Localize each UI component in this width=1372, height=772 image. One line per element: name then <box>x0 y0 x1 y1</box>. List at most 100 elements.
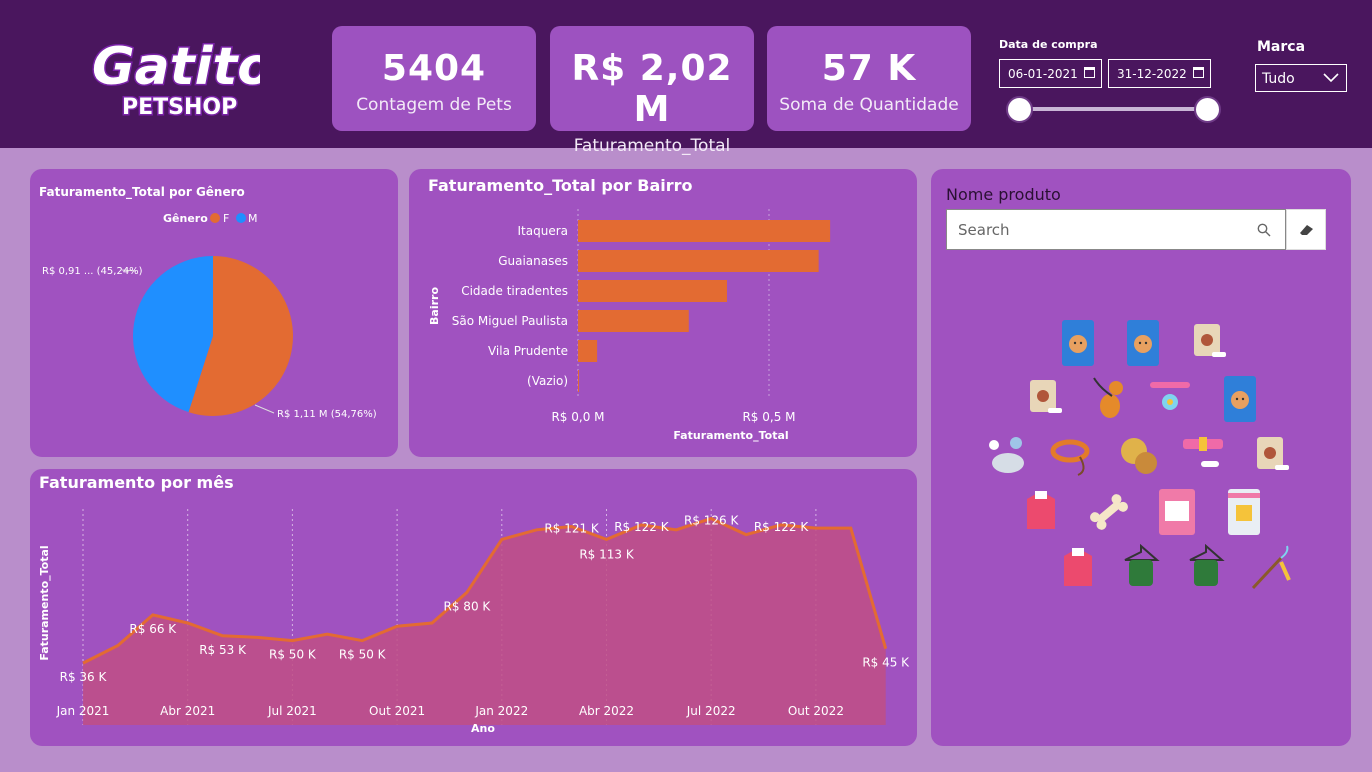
dog-treat-bag-icon[interactable] <box>1253 431 1293 481</box>
area-data-label: R$ 122 K <box>754 520 810 534</box>
pie-label-m: R$ 0,91 ... (45,24%) <box>42 266 143 277</box>
kpi-value: R$ 2,02 M <box>571 48 733 130</box>
area-y-label: Faturamento_Total <box>38 545 51 660</box>
dog-bone-icon[interactable] <box>1089 487 1129 537</box>
area-x-tick: Abr 2022 <box>579 704 634 718</box>
pet-collar-icon[interactable] <box>1183 431 1223 481</box>
product-search-input[interactable]: Search <box>946 209 1286 250</box>
bar-y-label: Bairro <box>428 287 441 325</box>
search-icon[interactable] <box>1257 223 1271 237</box>
svg-text:PETSHOP: PETSHOP <box>122 95 237 120</box>
bar <box>578 220 831 242</box>
pet-collar-tag-icon[interactable] <box>1150 374 1190 424</box>
cat-food-bag-icon[interactable] <box>1058 318 1098 368</box>
area-x-tick: Out 2022 <box>788 704 844 718</box>
pet-coat-icon[interactable] <box>1021 487 1061 537</box>
kpi-value: 57 K <box>821 48 917 89</box>
kpi-label: Contagem de Pets <box>356 95 512 115</box>
slider-end-handle[interactable] <box>1194 96 1221 123</box>
area-chart: Jan 2021 Abr 2021 Jul 2021 Out 2021 Jan 2022… <box>38 509 910 735</box>
products-title: Nome produto <box>946 185 1061 204</box>
bar-x-label: Faturamento_Total <box>673 429 788 442</box>
area-data-label: R$ 50 K <box>269 648 317 662</box>
chevron-down-icon <box>1323 73 1339 83</box>
gatito-logo: Gatito PETSHOP <box>91 36 261 122</box>
kpi-value: 5404 <box>381 48 487 89</box>
kpi-label: Soma de Quantidade <box>779 95 959 115</box>
area-x-tick: Abr 2021 <box>160 704 215 718</box>
cat-food-bag-icon[interactable] <box>1220 374 1260 424</box>
start-date-value: 06-01-2021 <box>1008 67 1078 81</box>
legend-swatch-m <box>236 213 246 223</box>
calendar-icon[interactable] <box>1084 67 1095 78</box>
bar-category-label: (Vazio) <box>527 374 568 388</box>
products-panel: Nome produto Search <box>931 169 1351 746</box>
dog-collar-icon[interactable] <box>1050 431 1090 481</box>
end-date-value: 31-12-2022 <box>1117 67 1187 81</box>
svg-text:Gatito: Gatito <box>92 37 260 97</box>
area-data-label: R$ 80 K <box>444 599 492 613</box>
leader-line-f <box>254 404 275 414</box>
area-data-label: R$ 36 K <box>60 670 108 684</box>
search-placeholder: Search <box>958 221 1010 239</box>
bar <box>578 310 689 332</box>
eraser-icon <box>1300 225 1313 235</box>
area-data-label: R$ 113 K <box>579 547 635 561</box>
bar <box>578 370 579 392</box>
kpi-card-pets: 5404 Contagem de Pets <box>332 26 536 131</box>
area-x-tick: Jul 2022 <box>686 704 736 718</box>
kpi-card-quantity: 57 K Soma de Quantidade <box>767 26 971 131</box>
brand-dropdown[interactable]: Tudo <box>1255 64 1347 92</box>
area-data-label: R$ 53 K <box>199 643 247 657</box>
spiky-ball-toy-icon[interactable] <box>1118 431 1158 481</box>
pet-sweater-hanger-icon[interactable] <box>1121 544 1161 594</box>
dog-leash-icon[interactable] <box>1090 374 1130 424</box>
calendar-icon[interactable] <box>1193 67 1204 78</box>
area-data-label: R$ 122 K <box>614 520 670 534</box>
end-date-input[interactable]: 31-12-2022 <box>1108 59 1211 88</box>
bar <box>578 340 598 362</box>
header: Gatito PETSHOP 5404 Contagem de Pets R$ … <box>0 0 1372 156</box>
start-date-input[interactable]: 06-01-2021 <box>999 59 1102 88</box>
bar <box>578 250 819 272</box>
area-fill <box>83 518 886 725</box>
area-panel: Faturamento por mês Jan 2021 Abr 2021 Jul … <box>30 469 917 746</box>
area-data-label: R$ 50 K <box>339 648 387 662</box>
pie-chart: Gênero F M R$ 0,91 ... (45,24%) R$ 1,11 … <box>42 212 377 420</box>
kpi-label: Faturamento_Total <box>573 136 731 156</box>
area-data-label: R$ 126 K <box>684 514 740 528</box>
cat-food-bag-icon[interactable] <box>1123 318 1163 368</box>
legend-label-f: F <box>223 212 229 225</box>
area-x-label: Ano <box>471 722 495 735</box>
bar-x-tick: R$ 0,5 M <box>742 410 795 424</box>
bone-treat-pack-icon[interactable] <box>1157 487 1197 537</box>
dog-treat-bag-icon[interactable] <box>1026 374 1066 424</box>
area-data-label: R$ 121 K <box>544 522 600 536</box>
area-x-tick: Jan 2021 <box>56 704 110 718</box>
pie-legend-title: Gênero <box>163 212 208 225</box>
bar-category-label: São Miguel Paulista <box>452 314 568 328</box>
pie-panel: Faturamento_Total por Gênero Gênero F M … <box>30 169 398 457</box>
toy-mouse-icon[interactable] <box>986 431 1026 481</box>
pet-sweater-hanger-icon[interactable] <box>1186 544 1226 594</box>
bar-panel: Faturamento_Total por Bairro Itaquera Gua… <box>409 169 917 457</box>
cat-scratcher-icon[interactable] <box>1224 487 1264 537</box>
brand-filter-title: Marca <box>1257 39 1306 55</box>
legend-label-m: M <box>248 212 258 225</box>
bar-category-label: Guaianases <box>498 254 568 268</box>
dog-treat-bag-icon[interactable] <box>1190 318 1230 368</box>
bar-category-label: Cidade tiradentes <box>461 284 568 298</box>
bar-x-tick: R$ 0,0 M <box>551 410 604 424</box>
pie-label-f: R$ 1,11 M (54,76%) <box>277 409 377 420</box>
kpi-card-revenue: R$ 2,02 M Faturamento_Total <box>550 26 754 156</box>
bar-chart: Itaquera Guaianases Cidade tiradentes São M… <box>428 209 831 442</box>
bar-category-label: Vila Prudente <box>488 344 568 358</box>
pet-coat-icon[interactable] <box>1058 544 1098 594</box>
clear-selection-button[interactable] <box>1286 209 1326 250</box>
legend-swatch-f <box>210 213 220 223</box>
date-filter-title: Data de compra <box>999 38 1098 51</box>
cat-teaser-wand-icon[interactable] <box>1251 544 1291 594</box>
area-x-tick: Jul 2021 <box>267 704 317 718</box>
slider-start-handle[interactable] <box>1006 96 1033 123</box>
date-range-slider[interactable] <box>1020 107 1208 111</box>
